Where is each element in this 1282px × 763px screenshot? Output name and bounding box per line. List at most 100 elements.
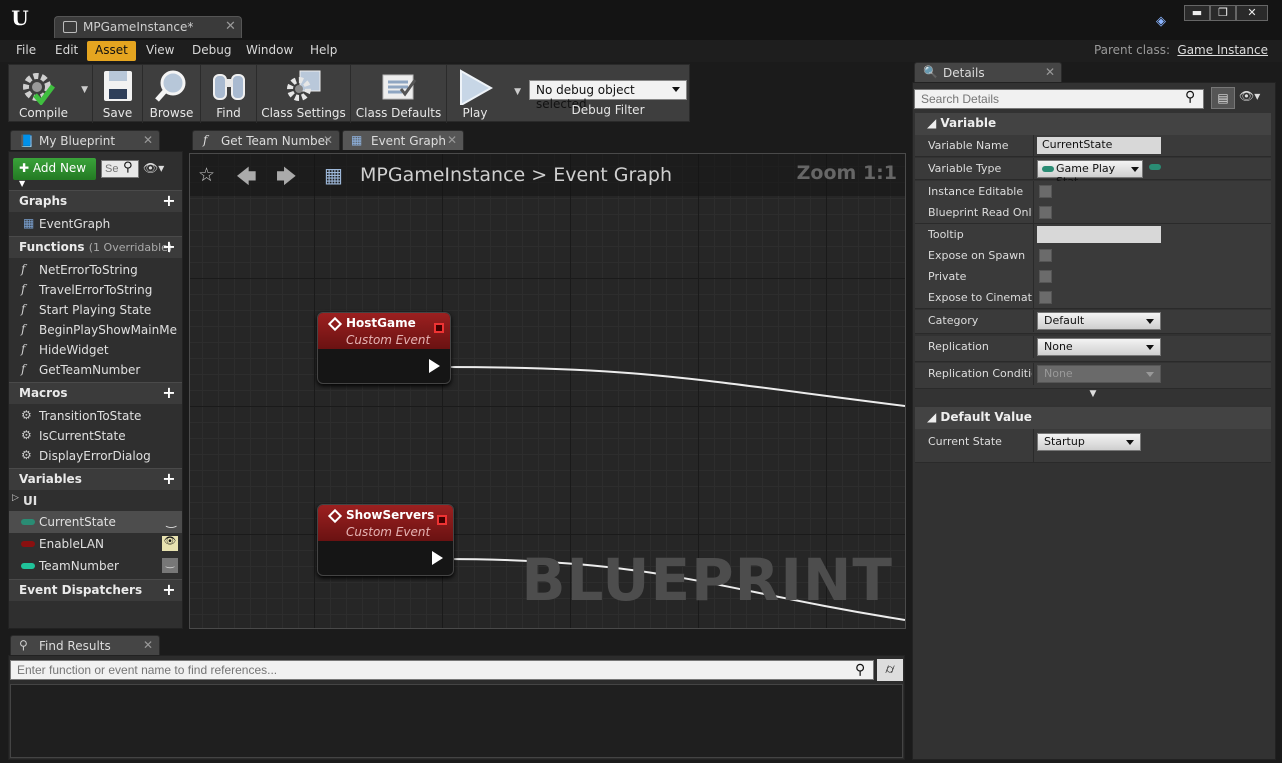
close-tab-icon[interactable]: ✕	[225, 19, 236, 34]
category-select[interactable]: Default	[1037, 312, 1161, 330]
exec-out-pin[interactable]	[432, 551, 443, 565]
tab-details[interactable]: 🔍 Details ✕	[914, 62, 1062, 82]
find-button[interactable]: Find	[201, 65, 257, 123]
variables-section-header[interactable]: Variables +	[9, 468, 182, 490]
close-window-button[interactable]: ✕	[1236, 5, 1268, 21]
class-defaults-button[interactable]: Class Defaults	[351, 65, 447, 123]
tooltip-field[interactable]	[1037, 226, 1161, 243]
event-graph-canvas[interactable]: ☆ 🡄 🡆 ▦ MPGameInstance > Event Graph Zoo…	[189, 153, 906, 629]
showservers-event-node[interactable]: ShowServers Custom Event	[317, 504, 454, 576]
favorite-star-icon[interactable]: ☆	[198, 164, 215, 186]
binoculars-icon[interactable]: ⌭	[877, 659, 903, 681]
graph-item-eventgraph[interactable]: ▦ EventGraph	[9, 214, 182, 234]
functions-section-header[interactable]: Functions (1 Overridable) +	[9, 236, 182, 258]
debug-object-select[interactable]: No debug object selected	[529, 80, 687, 111]
search-icon[interactable]: ⚲	[123, 160, 133, 175]
breadcrumb-root[interactable]: MPGameInstance	[360, 164, 525, 186]
save-button[interactable]: Save	[93, 65, 143, 123]
tab-get-team-number[interactable]: f Get Team Number ✕	[192, 130, 340, 150]
variable-item-enablelan[interactable]: EnableLAN 👁	[9, 533, 182, 555]
menu-file[interactable]: File	[8, 41, 44, 61]
variable-name-field[interactable]: CurrentState	[1037, 137, 1161, 154]
menu-edit[interactable]: Edit	[47, 41, 86, 61]
add-new-button[interactable]: ✚ Add New ▼	[13, 158, 96, 188]
compile-options-icon[interactable]: ▼	[81, 85, 88, 95]
function-item[interactable]: f HideWidget	[9, 340, 182, 360]
back-arrow-icon[interactable]: 🡄	[236, 162, 257, 196]
variable-item-teamnumber[interactable]: TeamNumber ‿	[9, 555, 182, 577]
private-checkbox[interactable]	[1039, 270, 1052, 283]
details-search-input[interactable]	[914, 89, 1204, 109]
hostgame-event-node[interactable]: HostGame Custom Event	[317, 312, 451, 384]
replication-select[interactable]: None	[1037, 338, 1161, 356]
category-row: Category Default	[915, 310, 1271, 334]
visibility-open-eye-icon[interactable]: 👁	[162, 536, 178, 551]
menu-asset[interactable]: Asset	[87, 41, 136, 61]
visibility-closed-eye-icon[interactable]: ‿	[166, 514, 176, 528]
close-tab-icon[interactable]: ✕	[447, 133, 457, 147]
function-item[interactable]: f GetTeamNumber	[9, 360, 182, 380]
variable-item-currentstate[interactable]: CurrentState ‿	[9, 511, 182, 533]
exec-out-pin[interactable]	[429, 359, 440, 373]
my-blueprint-search-input[interactable]	[101, 160, 139, 178]
view-options-icon[interactable]: 👁▾	[1239, 89, 1260, 103]
function-item[interactable]: f Start Playing State	[9, 300, 182, 320]
close-tab-icon[interactable]: ✕	[1045, 65, 1055, 79]
close-tab-icon[interactable]: ✕	[323, 133, 333, 147]
play-button[interactable]: Play ▼	[447, 65, 521, 123]
advanced-expand-icon[interactable]: ▼	[915, 389, 1271, 405]
menu-view[interactable]: View	[138, 41, 182, 61]
minimize-button[interactable]: ▬	[1184, 5, 1210, 21]
expose-on-spawn-checkbox[interactable]	[1039, 249, 1052, 262]
property-matrix-icon[interactable]: ▤	[1211, 87, 1235, 109]
variable-section-header[interactable]: ◢ Variable	[915, 113, 1271, 135]
delegate-pin[interactable]	[437, 515, 447, 525]
delegate-pin[interactable]	[434, 323, 444, 333]
close-tab-icon[interactable]: ✕	[143, 133, 153, 147]
variable-category-ui[interactable]: ▷ UI	[9, 491, 182, 511]
graphs-section-header[interactable]: Graphs +	[9, 190, 182, 212]
menu-window[interactable]: Window	[238, 41, 301, 61]
function-item[interactable]: f TravelErrorToString	[9, 280, 182, 300]
forward-arrow-icon[interactable]: 🡆	[276, 162, 297, 196]
close-tab-icon[interactable]: ✕	[143, 638, 153, 652]
tab-my-blueprint[interactable]: 📘 My Blueprint ✕	[10, 130, 160, 150]
expose-to-cinematics-checkbox[interactable]	[1039, 291, 1052, 304]
browse-button[interactable]: Browse	[143, 65, 201, 123]
add-variable-button[interactable]: +	[162, 470, 176, 488]
add-macro-button[interactable]: +	[162, 384, 176, 402]
add-new-label: Add New	[32, 161, 87, 175]
class-settings-button[interactable]: Class Settings	[257, 65, 351, 123]
tab-find-results[interactable]: ⚲ Find Results ✕	[10, 635, 160, 655]
container-type-icon[interactable]	[1149, 164, 1161, 170]
event-dispatchers-section-header[interactable]: Event Dispatchers +	[9, 579, 182, 601]
macros-section-header[interactable]: Macros +	[9, 382, 182, 404]
macro-item[interactable]: ⚙ IsCurrentState	[9, 426, 182, 446]
menu-debug[interactable]: Debug	[184, 41, 239, 61]
add-function-button[interactable]: +	[162, 238, 176, 256]
add-graph-button[interactable]: +	[162, 192, 176, 210]
maximize-button[interactable]: ❐	[1210, 5, 1236, 21]
menu-help[interactable]: Help	[302, 41, 345, 61]
add-event-dispatcher-button[interactable]: +	[162, 581, 176, 599]
function-item[interactable]: f BeginPlayShowMainMe	[9, 320, 182, 340]
function-item[interactable]: f NetErrorToString	[9, 260, 182, 280]
macro-item[interactable]: ⚙ TransitionToState	[9, 406, 182, 426]
macro-item[interactable]: ⚙ DisplayErrorDialog	[9, 446, 182, 466]
search-icon[interactable]: ⚲	[855, 662, 865, 678]
default-value-section-header[interactable]: ◢ Default Value	[915, 407, 1271, 429]
current-state-select[interactable]: Startup	[1037, 433, 1141, 451]
source-control-icon[interactable]: ◈	[1156, 14, 1170, 29]
play-options-icon[interactable]: ▼	[514, 87, 521, 97]
document-tab[interactable]: MPGameInstance* ✕	[54, 16, 242, 38]
compile-button[interactable]: Compile ▼	[9, 65, 93, 123]
find-references-input[interactable]	[10, 660, 874, 680]
view-options-icon[interactable]: 👁▾	[143, 161, 164, 175]
tab-event-graph[interactable]: ▦ Event Graph ✕	[342, 130, 464, 150]
search-icon[interactable]: ⚲	[1185, 89, 1195, 105]
parent-class-link[interactable]: Game Instance	[1177, 43, 1268, 57]
visibility-closed-eye-icon[interactable]: ‿	[162, 558, 178, 573]
variable-type-select[interactable]: Game Play Stat	[1037, 160, 1143, 188]
instance-editable-checkbox[interactable]	[1039, 185, 1052, 198]
blueprint-read-only-checkbox[interactable]	[1039, 206, 1052, 219]
